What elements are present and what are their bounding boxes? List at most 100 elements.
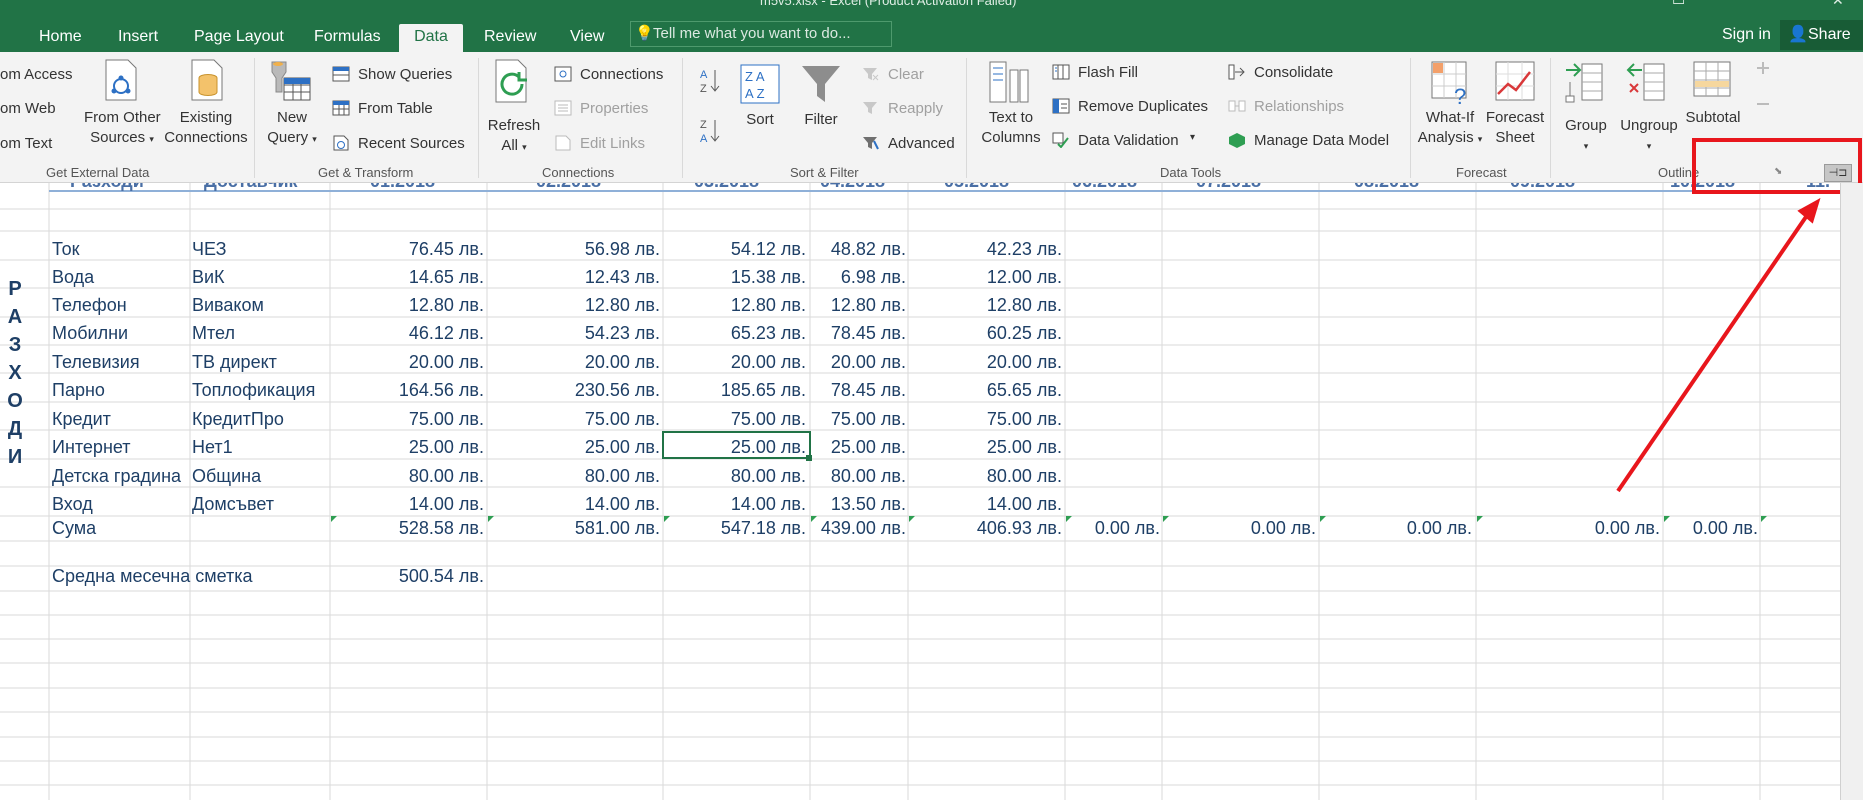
annotation-overlay xyxy=(1616,197,1821,493)
group-separator xyxy=(1550,58,1551,178)
group-label: Group xyxy=(1565,117,1607,134)
group-icon xyxy=(1565,63,1603,103)
group-label-get-transform: Get & Transform xyxy=(318,165,414,180)
connections-icon xyxy=(554,66,572,82)
from-other-sources-label-2: Sources xyxy=(90,129,146,146)
forecast-sheet-label-2: Sheet xyxy=(1495,129,1535,146)
edit-links-button[interactable]: Edit Links xyxy=(580,135,645,152)
relationships-icon xyxy=(1228,100,1246,112)
text-to-columns-button[interactable]: Text to Columns xyxy=(976,108,1046,148)
from-table-button[interactable]: From Table xyxy=(358,100,433,117)
relationships-button[interactable]: Relationships xyxy=(1254,98,1344,115)
group-button[interactable]: Group ▾ xyxy=(1558,116,1614,156)
consolidate-button[interactable]: Consolidate xyxy=(1254,64,1333,81)
group-separator xyxy=(478,58,479,178)
svg-text:Z A: Z A xyxy=(745,69,765,84)
tab-data[interactable]: Data xyxy=(399,24,463,52)
existing-connections-icon xyxy=(191,59,223,101)
properties-icon xyxy=(554,100,572,116)
from-web-button[interactable]: om Web xyxy=(0,100,56,117)
text-to-columns-label-2: Columns xyxy=(981,129,1041,146)
ungroup-button[interactable]: Ungroup ▾ xyxy=(1616,116,1682,156)
what-if-analysis-button[interactable]: What-If Analysis ▾ xyxy=(1414,108,1486,149)
text-to-columns-label-1: Text to xyxy=(988,109,1034,126)
flash-fill-icon xyxy=(1052,64,1070,80)
data-validation-button[interactable]: Data Validation xyxy=(1078,132,1179,149)
existing-connections-label-1: Existing xyxy=(179,109,233,126)
tab-insert[interactable]: Insert xyxy=(118,24,158,52)
ribbon-display-icon[interactable]: ▭ xyxy=(1672,0,1685,9)
chevron-down-icon: ▾ xyxy=(522,142,527,152)
manage-data-model-button[interactable]: Manage Data Model xyxy=(1254,132,1389,149)
sort-icon: Z A A Z xyxy=(740,64,780,104)
from-other-sources-button[interactable]: From Other Sources ▾ xyxy=(84,108,161,149)
share-button[interactable]: 👤 Share xyxy=(1780,20,1863,50)
sort-descending-button[interactable]: ZA xyxy=(699,116,723,146)
close-icon[interactable]: ✕ xyxy=(1832,0,1844,9)
forecast-sheet-label-1: Forecast xyxy=(1485,109,1545,126)
recent-sources-button[interactable]: Recent Sources xyxy=(358,135,465,152)
ungroup-label: Ungroup xyxy=(1620,117,1678,134)
tab-formulas[interactable]: Formulas xyxy=(314,24,381,52)
from-text-button[interactable]: om Text xyxy=(0,135,52,152)
tab-home[interactable]: Home xyxy=(39,24,82,52)
edit-links-icon xyxy=(555,135,571,151)
vertical-scrollbar[interactable] xyxy=(1840,183,1863,800)
subtotal-button[interactable]: Subtotal xyxy=(1680,108,1746,128)
tab-view[interactable]: View xyxy=(570,24,604,52)
refresh-all-button[interactable]: Refresh All ▾ xyxy=(482,116,546,157)
refresh-all-label-1: Refresh xyxy=(487,117,541,134)
sign-in-link[interactable]: Sign in xyxy=(1722,26,1771,44)
chevron-down-icon: ▾ xyxy=(149,134,154,144)
share-label: Share xyxy=(1808,26,1851,43)
clear-button[interactable]: Clear xyxy=(888,66,924,83)
tell-me-search[interactable]: 💡 Tell me what you want to do... xyxy=(630,21,892,47)
remove-duplicates-button[interactable]: Remove Duplicates xyxy=(1078,98,1208,115)
red-arrow-line xyxy=(1616,209,1812,493)
new-query-icon xyxy=(271,61,311,101)
advanced-button[interactable]: Advanced xyxy=(888,135,955,152)
show-queries-icon xyxy=(332,66,350,82)
new-query-button[interactable]: New Query ▾ xyxy=(262,108,322,149)
filter-icon xyxy=(802,66,840,102)
from-other-sources-icon xyxy=(105,59,137,101)
data-validation-icon xyxy=(1052,132,1069,148)
connections-button[interactable]: Connections xyxy=(580,66,663,83)
filter-button[interactable]: Filter xyxy=(796,110,846,130)
tab-review[interactable]: Review xyxy=(484,24,536,52)
svg-text:?: ? xyxy=(1454,84,1466,106)
chevron-down-icon: ▾ xyxy=(312,134,317,144)
svg-text:A Z: A Z xyxy=(745,86,765,101)
sort-button[interactable]: Sort xyxy=(736,110,784,130)
table-icon xyxy=(332,100,350,116)
group-label-forecast: Forecast xyxy=(1456,165,1507,180)
text-to-columns-icon xyxy=(989,61,1029,103)
what-if-label-1: What-If xyxy=(1425,109,1475,126)
clear-filter-icon xyxy=(863,68,879,81)
show-queries-button[interactable]: Show Queries xyxy=(358,66,452,83)
new-query-label-1: New xyxy=(276,109,307,126)
properties-button[interactable]: Properties xyxy=(580,100,648,117)
group-label-data-tools: Data Tools xyxy=(1160,165,1222,180)
forecast-sheet-button[interactable]: Forecast Sheet xyxy=(1480,108,1550,148)
manage-data-model-icon xyxy=(1229,133,1245,148)
chevron-down-icon[interactable]: ▾ xyxy=(1190,132,1195,143)
tab-page-layout[interactable]: Page Layout xyxy=(194,24,284,52)
what-if-label-2: Analysis xyxy=(1417,129,1474,146)
group-separator xyxy=(1410,58,1411,178)
worksheet[interactable]: Разходи Доставчик 01.2018 02.2018 03.201… xyxy=(0,183,1840,800)
remove-duplicates-icon xyxy=(1052,98,1070,114)
consolidate-icon xyxy=(1228,64,1245,80)
ribbon: om Access om Web om Text From Other Sour… xyxy=(0,52,1863,183)
from-other-sources-label-1: From Other xyxy=(84,109,161,126)
flash-fill-button[interactable]: Flash Fill xyxy=(1078,64,1138,81)
sort-ascending-button[interactable]: AZ xyxy=(699,66,723,96)
forecast-sheet-icon xyxy=(1495,61,1535,101)
group-label-sort-filter: Sort & Filter xyxy=(790,165,859,180)
lightbulb-icon: 💡 xyxy=(635,25,654,42)
existing-connections-button[interactable]: Existing Connections xyxy=(163,108,249,148)
reapply-button[interactable]: Reapply xyxy=(888,100,943,117)
reapply-icon xyxy=(863,102,877,114)
from-access-button[interactable]: om Access xyxy=(0,66,73,83)
existing-connections-label-2: Connections xyxy=(164,129,248,146)
